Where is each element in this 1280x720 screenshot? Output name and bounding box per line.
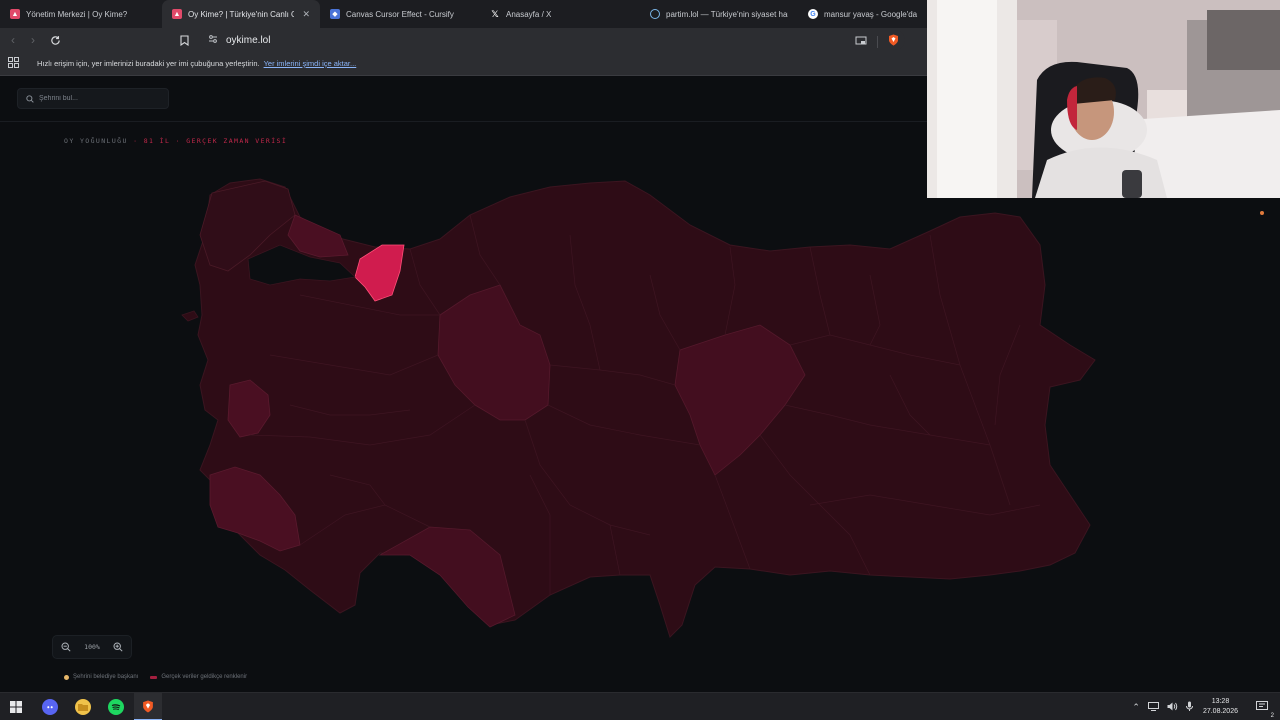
site-info-icon[interactable] xyxy=(208,31,218,49)
tab-label: mansur yavaş - Google'da Ar xyxy=(824,9,918,19)
live-indicator-dot xyxy=(1260,211,1264,215)
microphone-icon[interactable] xyxy=(1185,701,1193,713)
legend-dot-icon xyxy=(64,674,69,680)
address-bar[interactable]: oykime.lol xyxy=(200,30,905,50)
brave-taskbar-icon[interactable] xyxy=(134,693,162,720)
tab-x[interactable]: 𝕏 Anasayfa / X xyxy=(480,0,640,28)
clock-date: 27.08.2026 xyxy=(1202,708,1238,715)
tab-label: Canvas Cursor Effect - Cursify xyxy=(346,9,454,19)
legend-item-live-data: Gerçek veriler geldikçe renklenir xyxy=(150,674,247,680)
bookmark-hint-text: Hızlı erişim için, yer imlerinizi burada… xyxy=(37,59,260,68)
city-search-input[interactable] xyxy=(39,95,159,102)
file-explorer-icon[interactable] xyxy=(75,699,91,715)
network-icon[interactable] xyxy=(1147,701,1159,713)
notification-icon[interactable]: 2 xyxy=(1256,700,1274,719)
google-favicon-icon: G xyxy=(808,9,818,19)
chevron-up-icon[interactable]: ⌃ xyxy=(1132,702,1140,713)
spotify-icon[interactable] xyxy=(108,699,124,715)
tab-cursify[interactable]: ◆ Canvas Cursor Effect - Cursify xyxy=(320,0,480,28)
tab-label: Anasayfa / X xyxy=(506,9,552,19)
partim-favicon-icon xyxy=(650,9,660,19)
tab-label: Oy Kime? | Türkiye'nin Canlı Oy xyxy=(188,9,295,19)
url-text: oykime.lol xyxy=(226,34,271,46)
divider xyxy=(877,36,878,48)
apps-grid-icon[interactable] xyxy=(8,57,19,70)
back-icon[interactable]: ‹ xyxy=(3,30,23,50)
search-icon xyxy=(26,90,34,108)
map-caption-prefix: OY YOĞUNLUĞU xyxy=(64,137,128,145)
volume-icon[interactable] xyxy=(1167,702,1178,713)
map-zoom-control: 100% xyxy=(52,635,132,659)
reload-icon[interactable] xyxy=(45,30,65,50)
oykime-favicon-icon: ▲ xyxy=(172,9,182,19)
legend-swatch-icon xyxy=(150,675,158,679)
import-bookmarks-link[interactable]: Yer imlerini şimdi içe aktar... xyxy=(264,59,357,68)
island-gokceada xyxy=(181,310,199,322)
bookmark-icon[interactable] xyxy=(174,30,194,50)
tab-yonetim-merkezi[interactable]: ▲ Yönetim Merkezi | Oy Kime? xyxy=(0,0,160,28)
clock-time: 13:28 xyxy=(1211,698,1230,705)
zoom-out-icon[interactable] xyxy=(59,640,73,654)
tab-partim[interactable]: partim.lol — Türkiye'nin siyaset har xyxy=(640,0,798,28)
map-caption-accent: · 81 İL · GERÇEK ZAMAN VERİSİ xyxy=(133,137,288,145)
cursify-favicon-icon: ◆ xyxy=(330,9,340,19)
map-caption: OY YOĞUNLUĞU · 81 İL · GERÇEK ZAMAN VERİ… xyxy=(64,137,287,145)
map-legend: Şehrini belediye başkanı Gerçek veriler … xyxy=(64,674,247,680)
tab-label: partim.lol — Türkiye'nin siyaset har xyxy=(666,9,788,19)
city-search-box[interactable] xyxy=(17,88,169,109)
discord-icon[interactable] xyxy=(42,699,58,715)
legend-label: Gerçek veriler geldikçe renklenir xyxy=(161,674,248,680)
webcam-overlay xyxy=(927,0,1280,198)
tab-label: Yönetim Merkezi | Oy Kime? xyxy=(26,9,128,19)
taskbar-clock[interactable]: 13:28 27.08.2026 xyxy=(1203,697,1238,717)
notification-count: 2 xyxy=(1270,712,1274,719)
legend-item-mayor: Şehrini belediye başkanı xyxy=(64,674,138,680)
tab-google[interactable]: G mansur yavaş - Google'da Ar xyxy=(798,0,928,28)
windows-start-icon[interactable] xyxy=(8,699,24,715)
zoom-level-text: 100% xyxy=(84,643,100,651)
legend-label: Şehrini belediye başkanı xyxy=(73,674,139,680)
forward-icon[interactable]: › xyxy=(23,30,43,50)
x-logo-icon: 𝕏 xyxy=(491,8,499,19)
cast-icon[interactable] xyxy=(855,33,867,51)
tab-oykime-active[interactable]: ▲ Oy Kime? | Türkiye'nin Canlı Oy ✕ xyxy=(162,0,320,28)
windows-taskbar: ⌃ 13:28 27.08.2026 2 xyxy=(0,692,1280,720)
system-tray: ⌃ 13:28 27.08.2026 2 xyxy=(1128,693,1280,720)
webcam-video-frame xyxy=(927,0,1280,198)
close-tab-icon[interactable]: ✕ xyxy=(302,9,310,20)
brave-shield-icon[interactable] xyxy=(888,33,899,51)
oykime-favicon-icon: ▲ xyxy=(10,9,20,19)
zoom-in-icon[interactable] xyxy=(111,640,125,654)
turkey-province-map[interactable] xyxy=(170,175,1110,645)
